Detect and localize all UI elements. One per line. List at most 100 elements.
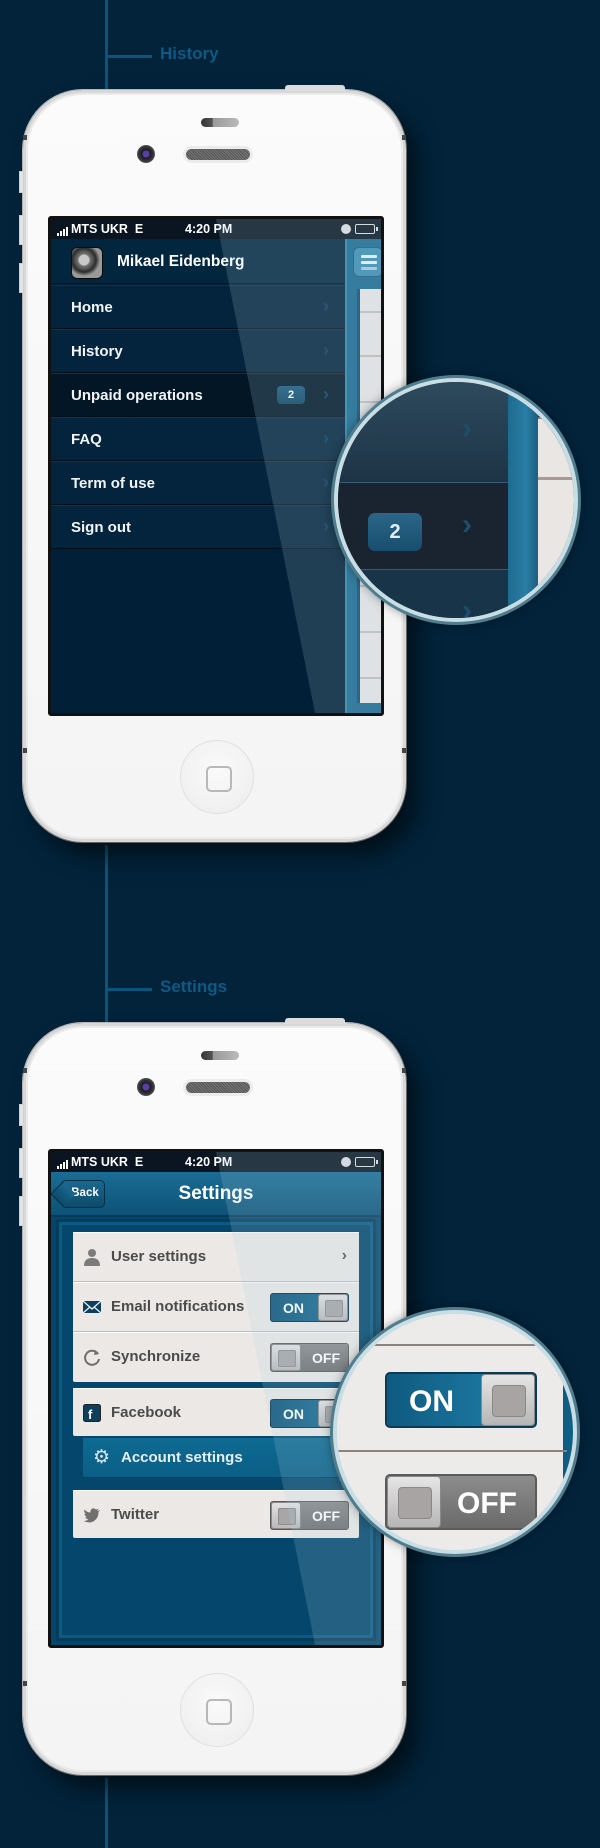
magnified-row: [338, 382, 508, 482]
menu-item-history[interactable]: History ›: [51, 329, 345, 373]
chevron-right-icon: ›: [323, 428, 329, 448]
section-label-history: History: [160, 44, 219, 63]
settings-row-email-notifications: Email notifications ON: [73, 1282, 359, 1332]
signal-icon: [57, 1155, 69, 1169]
synchronize-toggle[interactable]: OFF: [270, 1343, 349, 1372]
settings-group-facebook: f Facebook ON: [73, 1388, 359, 1436]
settings-group-general: User settings › Email notifications ON S…: [73, 1232, 359, 1382]
magnified-row-divider: [337, 1450, 567, 1452]
timeline-line: [105, 1778, 108, 1848]
earpiece-speaker: [186, 1082, 250, 1093]
magnified-off-toggle: OFF: [385, 1474, 537, 1530]
magnified-row-active: [338, 482, 508, 570]
proximity-sensor: [201, 118, 239, 127]
power-button: [285, 85, 345, 91]
menu-item-label: Home: [71, 299, 113, 316]
toggle-knob: [271, 1502, 301, 1529]
chevron-right-icon: ›: [341, 1247, 347, 1264]
account-settings-row[interactable]: ⚙ Account settings: [83, 1438, 359, 1478]
carrier: MTS UKR E: [57, 222, 143, 236]
section-label-settings: Settings: [160, 977, 228, 996]
status-bar: MTS UKR E 4:20 PM: [51, 1152, 381, 1172]
timeline-tick-settings: [105, 988, 152, 991]
envelope-icon: [83, 1300, 101, 1314]
menu-screen: MTS UKR E 4:20 PM Mikael Eidenberg Home …: [48, 216, 384, 716]
volume-up-button: [19, 1148, 24, 1178]
antenna-band: [402, 1681, 406, 1686]
settings-row-label: User settings: [111, 1248, 207, 1265]
magnified-panel-edge: [563, 1334, 573, 1544]
magnified-on-toggle: ON: [385, 1372, 537, 1428]
proximity-sensor: [201, 1051, 239, 1060]
antenna-band: [23, 1681, 27, 1686]
earpiece-speaker: [186, 149, 250, 160]
svg-text:f: f: [88, 1407, 93, 1422]
antenna-band: [23, 1068, 27, 1073]
twitter-icon: [83, 1508, 100, 1523]
account-settings-label: Account settings: [121, 1449, 243, 1466]
settings-row-user-settings[interactable]: User settings ›: [73, 1232, 359, 1282]
front-camera-icon: [137, 145, 155, 163]
menu-item-label: History: [71, 343, 123, 360]
refresh-icon: [84, 1349, 100, 1366]
menu-item-unpaid-operations[interactable]: Unpaid operations 2 ›: [51, 373, 345, 417]
timeline-tick-history: [105, 55, 152, 58]
mute-switch: [19, 171, 24, 193]
status-bar: MTS UKR E 4:20 PM: [51, 219, 381, 239]
menu-item-term-of-use[interactable]: Term of use ›: [51, 461, 345, 505]
antenna-band: [402, 748, 406, 753]
magnifier-badge-detail: 2 › › ›: [334, 378, 578, 622]
profile-header[interactable]: Mikael Eidenberg: [51, 239, 345, 284]
signal-icon: [57, 222, 69, 236]
user-icon: [84, 1249, 100, 1266]
timeline-line: [105, 845, 108, 1025]
magnified-panel-edge: [508, 382, 538, 618]
toggle-knob: [271, 1344, 301, 1371]
toggle-knob: [481, 1374, 535, 1426]
settings-row-label: Email notifications: [111, 1298, 245, 1315]
menu-item-sign-out[interactable]: Sign out ›: [51, 505, 345, 549]
antenna-band: [402, 1068, 406, 1073]
hamburger-icon[interactable]: [353, 247, 381, 277]
settings-group-twitter: Twitter OFF: [73, 1490, 359, 1538]
settings-row-synchronize: Synchronize OFF: [73, 1332, 359, 1382]
email-notifications-toggle[interactable]: ON: [270, 1293, 349, 1322]
settings-row-label: Synchronize: [111, 1348, 201, 1365]
menu-item-faq[interactable]: FAQ ›: [51, 417, 345, 461]
battery-icon: [355, 1157, 378, 1167]
avatar[interactable]: [71, 247, 103, 279]
twitter-toggle[interactable]: OFF: [270, 1501, 349, 1530]
settings-screen: MTS UKR E 4:20 PM Back Settings User set…: [48, 1149, 384, 1648]
carrier: MTS UKR E: [57, 1155, 143, 1169]
home-button[interactable]: [180, 1673, 254, 1747]
volume-down-button: [19, 263, 24, 293]
magnified-row: [338, 570, 508, 618]
settings-row-facebook: f Facebook ON: [73, 1388, 359, 1436]
chevron-right-icon: ›: [462, 508, 472, 541]
chevron-right-icon: ›: [323, 472, 329, 492]
home-button[interactable]: [180, 740, 254, 814]
timeline-line: [105, 0, 108, 92]
mute-switch: [19, 1104, 24, 1126]
magnifier-toggle-detail: ON OFF: [333, 1310, 577, 1554]
toggle-knob: [318, 1294, 348, 1321]
facebook-icon: f: [83, 1404, 101, 1422]
status-time: 4:20 PM: [185, 222, 233, 236]
toggle-knob: [387, 1476, 441, 1528]
menu-item-label: FAQ: [71, 431, 102, 448]
settings-row-twitter: Twitter OFF: [73, 1490, 359, 1538]
settings-content: User settings › Email notifications ON S…: [56, 1219, 376, 1641]
menu-item-home[interactable]: Home ›: [51, 285, 345, 329]
gear-icon: ⚙: [93, 1447, 111, 1468]
clock-icon: [341, 1157, 351, 1167]
settings-row-label: Twitter: [111, 1506, 160, 1523]
menu-item-label: Unpaid operations: [71, 387, 203, 404]
volume-up-button: [19, 215, 24, 245]
menu-item-label: Sign out: [71, 519, 131, 536]
chevron-right-icon: ›: [462, 594, 472, 622]
chevron-right-icon: ›: [462, 412, 472, 445]
magnified-row-divider: [337, 1344, 567, 1346]
navigation-bar: Back Settings: [51, 1172, 381, 1217]
antenna-band: [402, 135, 406, 140]
volume-down-button: [19, 1196, 24, 1226]
